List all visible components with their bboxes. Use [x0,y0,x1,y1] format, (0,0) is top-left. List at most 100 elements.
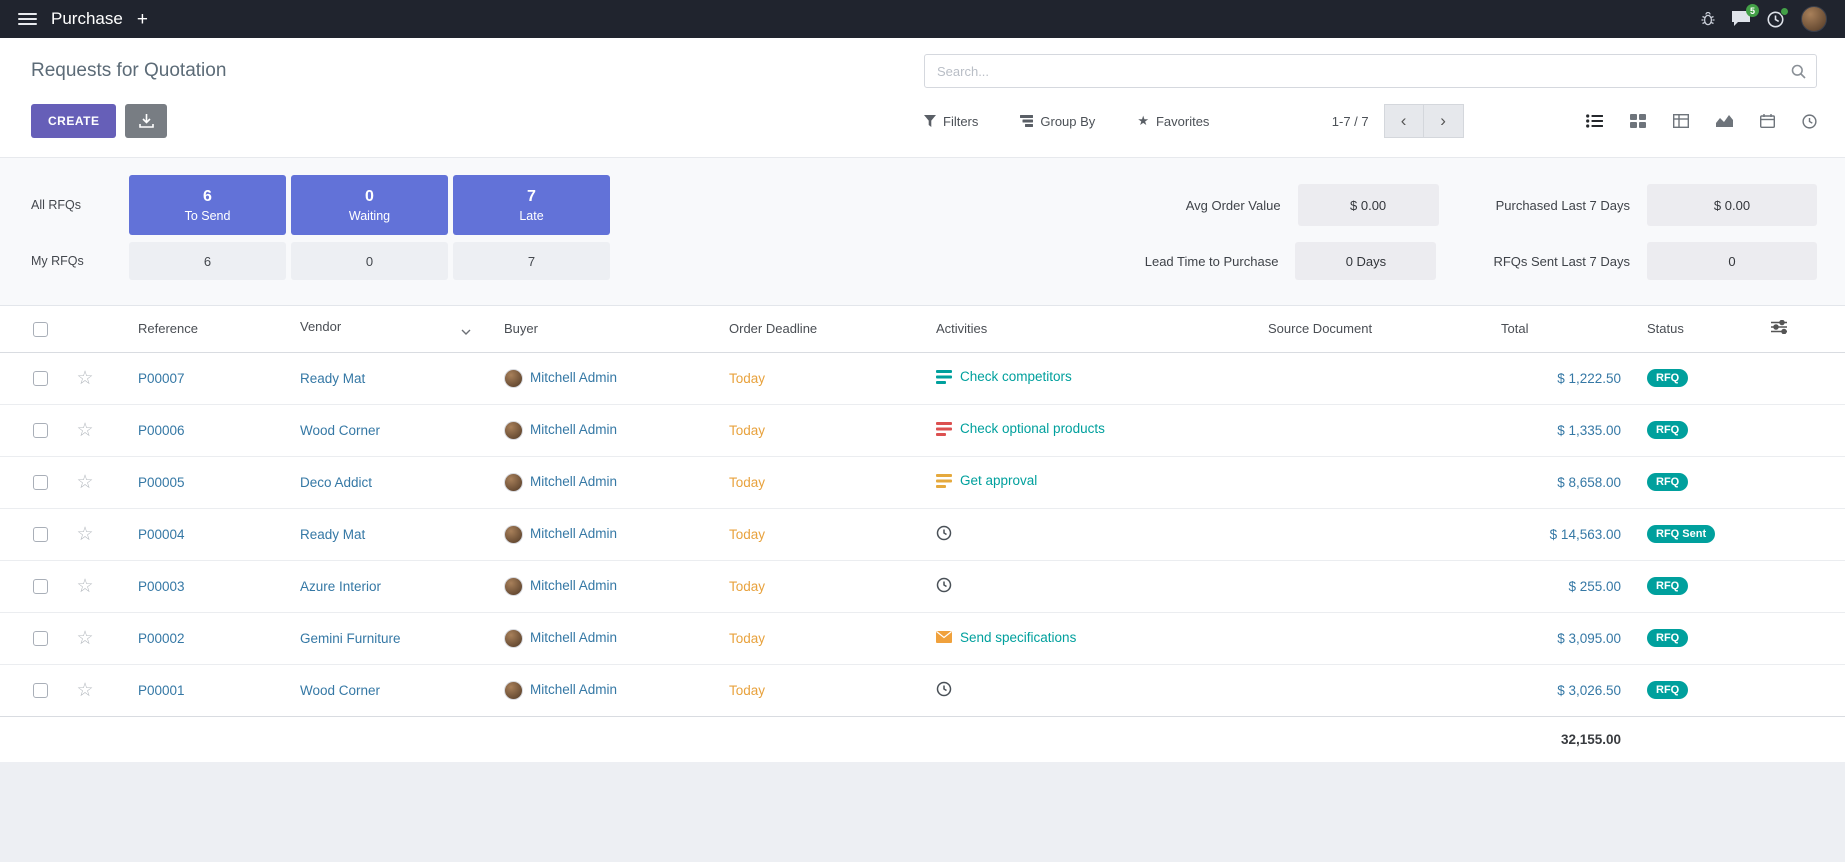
control-panel: Requests for Quotation CREATE [0,38,1845,157]
favorites-button[interactable]: ★ Favorites [1137,113,1209,129]
my-late-tile[interactable]: 7 [453,242,610,280]
favorite-star-icon[interactable]: ☆ [76,524,93,545]
column-header-reference[interactable]: Reference [110,306,280,352]
column-header-total[interactable]: Total [1500,306,1640,352]
vendor-link[interactable]: Wood Corner [300,683,380,698]
table-row[interactable]: ☆ P00006 Wood Corner Mitchell Admin Toda… [0,404,1845,456]
source-document-value [1230,352,1500,404]
vendor-link[interactable]: Gemini Furniture [300,631,401,646]
activity-label: Check competitors [960,369,1072,384]
buyer-link[interactable]: Mitchell Admin [530,370,617,385]
debug-bug-icon[interactable] [1701,12,1715,26]
vendor-link[interactable]: Azure Interior [300,579,381,594]
favorite-star-icon[interactable]: ☆ [76,420,93,441]
activity-button[interactable]: Get approval [936,473,1037,488]
order-deadline-value: Today [729,475,765,490]
pager-previous-button[interactable]: ‹ [1384,104,1424,138]
reference-link[interactable]: P00004 [138,527,185,542]
table-row[interactable]: ☆ P00007 Ready Mat Mitchell Admin Today … [0,352,1845,404]
avg-order-value: $ 0.00 [1298,184,1439,226]
total-amount: $ 1,335.00 [1500,404,1640,456]
favorite-star-icon[interactable]: ☆ [76,680,93,701]
reference-link[interactable]: P00002 [138,631,185,646]
favorite-star-icon[interactable]: ☆ [76,628,93,649]
column-header-status[interactable]: Status [1640,306,1770,352]
table-row[interactable]: ☆ P00001 Wood Corner Mitchell Admin Toda… [0,664,1845,716]
column-header-buyer[interactable]: Buyer [480,306,700,352]
activity-button[interactable] [936,525,960,541]
messages-icon[interactable]: 5 [1732,11,1750,27]
vendor-link[interactable]: Ready Mat [300,527,365,542]
buyer-link[interactable]: Mitchell Admin [530,682,617,697]
row-checkbox[interactable] [33,475,48,490]
select-all-checkbox[interactable] [33,322,48,337]
row-checkbox[interactable] [33,579,48,594]
reference-link[interactable]: P00005 [138,475,185,490]
row-checkbox[interactable] [33,683,48,698]
buyer-link[interactable]: Mitchell Admin [530,474,617,489]
graph-view-icon[interactable] [1716,114,1733,128]
table-row[interactable]: ☆ P00004 Ready Mat Mitchell Admin Today [0,508,1845,560]
activity-button[interactable]: Send specifications [936,630,1076,645]
buyer-link[interactable]: Mitchell Admin [530,578,617,593]
tile-waiting[interactable]: 0 Waiting [291,175,448,235]
filters-button[interactable]: Filters [924,114,978,129]
vendor-link[interactable]: Wood Corner [300,423,380,438]
vendor-link[interactable]: Deco Addict [300,475,372,490]
reference-link[interactable]: P00007 [138,371,185,386]
activity-button[interactable] [936,577,960,593]
buyer-link[interactable]: Mitchell Admin [530,422,617,437]
search-icon[interactable] [1791,64,1806,79]
tile-late[interactable]: 7 Late [453,175,610,235]
activity-button[interactable]: Check optional products [936,421,1105,436]
buyer-avatar [504,629,523,648]
order-deadline-value: Today [729,371,765,386]
export-button[interactable] [125,104,167,138]
kanban-view-icon[interactable] [1630,114,1646,128]
search-bar[interactable] [924,54,1817,88]
table-row[interactable]: ☆ P00002 Gemini Furniture Mitchell Admin… [0,612,1845,664]
row-checkbox[interactable] [33,527,48,542]
reference-link[interactable]: P00003 [138,579,185,594]
all-rfqs-label: All RFQs [0,175,124,235]
plus-icon[interactable]: + [137,10,148,29]
apps-menu-icon[interactable] [18,13,37,25]
activities-clock-icon[interactable] [1767,11,1784,28]
vendor-link[interactable]: Ready Mat [300,371,365,386]
table-row[interactable]: ☆ P00003 Azure Interior Mitchell Admin T… [0,560,1845,612]
my-waiting-tile[interactable]: 0 [291,242,448,280]
column-header-source-document[interactable]: Source Document [1230,306,1500,352]
table-row[interactable]: ☆ P00005 Deco Addict Mitchell Admin Toda… [0,456,1845,508]
row-checkbox[interactable] [33,631,48,646]
user-avatar[interactable] [1801,6,1827,32]
create-button[interactable]: CREATE [31,104,116,138]
calendar-view-icon[interactable] [1760,114,1775,128]
app-name[interactable]: Purchase [51,9,123,29]
row-checkbox[interactable] [33,371,48,386]
my-to-send-tile[interactable]: 6 [129,242,286,280]
view-switcher [1586,114,1817,129]
list-view-icon[interactable] [1586,114,1603,128]
row-checkbox[interactable] [33,423,48,438]
column-header-vendor[interactable]: Vendor [280,306,480,352]
source-document-value [1230,560,1500,612]
pivot-view-icon[interactable] [1673,114,1689,128]
group-by-button[interactable]: Group By [1020,114,1095,129]
activity-button[interactable]: Check competitors [936,369,1072,384]
optional-columns-button[interactable] [1770,306,1845,352]
favorite-star-icon[interactable]: ☆ [76,368,93,389]
pager-next-button[interactable]: › [1424,104,1464,138]
search-input[interactable] [935,63,1791,80]
reference-link[interactable]: P00006 [138,423,185,438]
reference-link[interactable]: P00001 [138,683,185,698]
favorite-star-icon[interactable]: ☆ [76,576,93,597]
buyer-link[interactable]: Mitchell Admin [530,526,617,541]
buyer-link[interactable]: Mitchell Admin [530,630,617,645]
tile-to-send[interactable]: 6 To Send [129,175,286,235]
favorite-star-icon[interactable]: ☆ [76,472,93,493]
column-header-activities[interactable]: Activities [910,306,1230,352]
column-header-order-deadline[interactable]: Order Deadline [700,306,910,352]
activity-button[interactable] [936,681,960,697]
activity-view-icon[interactable] [1802,114,1817,129]
pager-counter: 1-7 / 7 [1332,114,1369,129]
